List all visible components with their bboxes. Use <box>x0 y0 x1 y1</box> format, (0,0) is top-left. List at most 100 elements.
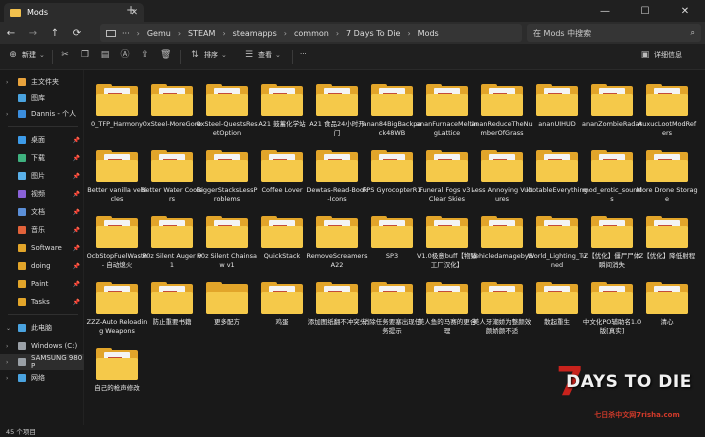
folder-item[interactable]: 添加图纸翻不冲突头 <box>308 272 366 338</box>
search-input[interactable]: 在 Mods 中搜索 <box>533 28 591 39</box>
sidebar-item[interactable]: Tasks 📌 <box>0 294 84 310</box>
folder-item[interactable]: More Drone Storage <box>636 140 698 206</box>
folder-item[interactable]: OcbStopFuelWaste - 自动熄火 <box>87 206 147 272</box>
back-button[interactable]: ← <box>0 22 22 44</box>
breadcrumb-item[interactable]: 7 Days To Die <box>346 29 400 38</box>
maximize-button[interactable]: ☐ <box>625 0 665 22</box>
expand-chevron-icon[interactable]: ⌄ <box>6 325 11 332</box>
folder-item[interactable]: Better Water Coolers <box>141 140 203 206</box>
folder-item[interactable]: 清心 <box>640 272 694 338</box>
sidebar-item[interactable]: 下载 📌 <box>0 150 84 166</box>
folder-item[interactable]: QuickStack <box>255 206 309 272</box>
breadcrumb-separator-icon[interactable]: › <box>336 29 339 38</box>
folder-item[interactable]: Z【优化】僵尸尸体瞬间消失 <box>584 206 640 272</box>
sidebar-item[interactable]: › SAMSUNG 980 P <box>0 354 84 370</box>
sidebar-item[interactable]: › Windows (C:) <box>0 338 84 354</box>
sidebar-item[interactable]: 桌面 📌 <box>0 132 84 148</box>
breadcrumb-item[interactable]: Mods <box>418 29 439 38</box>
folder-item[interactable]: Funeral Fogs v3 - Clear Skies <box>419 140 475 206</box>
sidebar-item[interactable]: Paint 📌 <box>0 276 84 292</box>
folder-item[interactable]: 美人牙潮娇为整颜效颜娇颜不适 <box>473 272 531 338</box>
more-options-button[interactable]: ··· <box>300 50 307 58</box>
tab-mods[interactable]: Mods ✕ <box>4 3 144 22</box>
sidebar-item[interactable]: Software 📌 <box>0 240 84 256</box>
folder-item[interactable]: Less Annoying Vultures <box>471 140 533 206</box>
folder-item[interactable]: mod_erotic_sounds <box>582 140 642 206</box>
folder-item[interactable]: 自己的枪声修改 <box>90 338 144 404</box>
folder-item[interactable]: RemoveScreamersA22 <box>307 206 367 272</box>
breadcrumb-item[interactable]: STEAM <box>188 29 215 38</box>
sidebar-item[interactable]: 图片 📌 <box>0 168 84 184</box>
breadcrumb-item[interactable]: common <box>294 29 329 38</box>
folder-item[interactable]: Better vanilla vehicles <box>87 140 147 206</box>
copy-button[interactable]: ❐ <box>80 50 94 60</box>
search-box[interactable]: 在 Mods 中搜索 ⌕ <box>527 24 701 42</box>
breadcrumb-separator-icon[interactable]: › <box>222 29 225 38</box>
folder-item[interactable]: anan84BigBackpack48WB <box>363 74 421 140</box>
folder-item[interactable]: ananReduceTheNumberOfGrass <box>471 74 533 140</box>
sidebar-item[interactable]: doing 📌 <box>0 258 84 274</box>
sidebar-item[interactable]: ⌄ 此电脑 <box>0 320 84 336</box>
minimize-button[interactable]: — <box>585 0 625 22</box>
folder-item[interactable]: lootableEverything <box>526 140 588 206</box>
folder-item[interactable]: 防止重要书籍 <box>145 272 199 338</box>
forward-button[interactable]: → <box>22 22 44 44</box>
folder-item[interactable]: 鸡蛋 <box>255 272 309 338</box>
breadcrumb-item[interactable]: steamapps <box>233 29 277 38</box>
address-bar[interactable]: ··· › Gemu › STEAM › steamapps › common › 7 Days … <box>100 24 522 42</box>
folder-item[interactable]: 0_TFP_Harmony <box>90 74 144 140</box>
folder-item[interactable]: AuxucLootModRefers <box>638 74 696 140</box>
expand-chevron-icon[interactable]: › <box>6 359 8 366</box>
folder-item[interactable]: V1.0极意buff【物臻工厂汉化】 <box>417 206 477 272</box>
folder-item[interactable]: 消除任务要塞出现任务提示 <box>363 272 421 338</box>
close-button[interactable]: ✕ <box>665 0 705 22</box>
sidebar-item[interactable]: › 网络 <box>0 370 84 386</box>
sidebar-item[interactable]: › 主文件夹 <box>0 74 84 90</box>
folder-item[interactable]: A21 鼓蓄化学站 <box>255 74 309 140</box>
folder-item[interactable]: SP3 <box>365 206 419 272</box>
folder-item[interactable]: 中文化PO辅助名1.0版[真实] <box>583 272 641 338</box>
up-button[interactable]: ↑ <box>44 22 66 44</box>
expand-chevron-icon[interactable]: › <box>6 111 8 118</box>
folder-item[interactable]: ZZZ-Auto Reloading Weapons <box>87 272 147 338</box>
folder-item[interactable]: 0xSteel-QuestsResetOption <box>196 74 258 140</box>
breadcrumb-more[interactable]: ··· › <box>122 29 147 38</box>
folder-item[interactable]: vehicledamageby5 <box>471 206 533 272</box>
folder-item[interactable]: 美人鱼的马赛的更合理 <box>418 272 476 338</box>
folder-item[interactable]: Z【优化】降低射程 <box>639 206 695 272</box>
share-button[interactable]: ⇪ <box>140 50 154 60</box>
cut-button[interactable]: ✂ <box>60 50 74 60</box>
sidebar-item[interactable]: 图库 <box>0 90 84 106</box>
breadcrumb-separator-icon[interactable]: › <box>284 29 287 38</box>
rename-button[interactable]: Ⓐ <box>120 50 134 60</box>
expand-chevron-icon[interactable]: › <box>6 79 8 86</box>
folder-item[interactable]: A21 食品24小时开门 <box>309 74 365 140</box>
view-button[interactable]: ☰ 查看 ⌄ <box>244 50 281 60</box>
folder-item[interactable]: FPS GyrocopterR1 <box>363 140 421 206</box>
folder-item[interactable]: 更多配方 <box>200 272 254 338</box>
breadcrumb-separator-icon[interactable]: › <box>178 29 181 38</box>
folder-item[interactable]: ananZombieRadar <box>582 74 642 140</box>
breadcrumb-separator-icon[interactable]: › <box>407 29 410 38</box>
folder-item[interactable]: P0z Silent Auger v1 <box>142 206 202 272</box>
folder-item[interactable]: World_Lighting_Tuned <box>528 206 586 272</box>
new-tab-button[interactable]: + <box>126 3 136 17</box>
details-button[interactable]: ▣ 详细信息 <box>640 50 682 60</box>
paste-button[interactable]: ▤ <box>100 50 114 60</box>
sidebar-item[interactable]: 音乐 📌 <box>0 222 84 238</box>
folder-item[interactable]: P0z Silent Chainsaw v1 <box>197 206 257 272</box>
folder-item[interactable]: 散起重生 <box>530 272 584 338</box>
folder-item[interactable]: BiggerStacksLessProblems <box>197 140 257 206</box>
sort-button[interactable]: ⇅ 排序 ⌄ <box>190 50 227 60</box>
folder-item[interactable]: 0xSteel-MoreGore <box>143 74 201 140</box>
expand-chevron-icon[interactable]: › <box>6 343 8 350</box>
sidebar-item[interactable]: 文档 📌 <box>0 204 84 220</box>
sidebar-item[interactable]: 视频 📌 <box>0 186 84 202</box>
expand-chevron-icon[interactable]: › <box>6 375 8 382</box>
new-button[interactable]: ⊕ 新建 ⌄ <box>8 50 45 60</box>
breadcrumb-item[interactable]: Gemu <box>147 29 171 38</box>
folder-item[interactable]: Dewtas-Read-Book-Icons <box>306 140 368 206</box>
refresh-button[interactable]: ⟳ <box>66 22 88 44</box>
sidebar-item[interactable]: › Dannis - 个人 <box>0 106 84 122</box>
delete-button[interactable]: 🗑 <box>160 50 174 60</box>
